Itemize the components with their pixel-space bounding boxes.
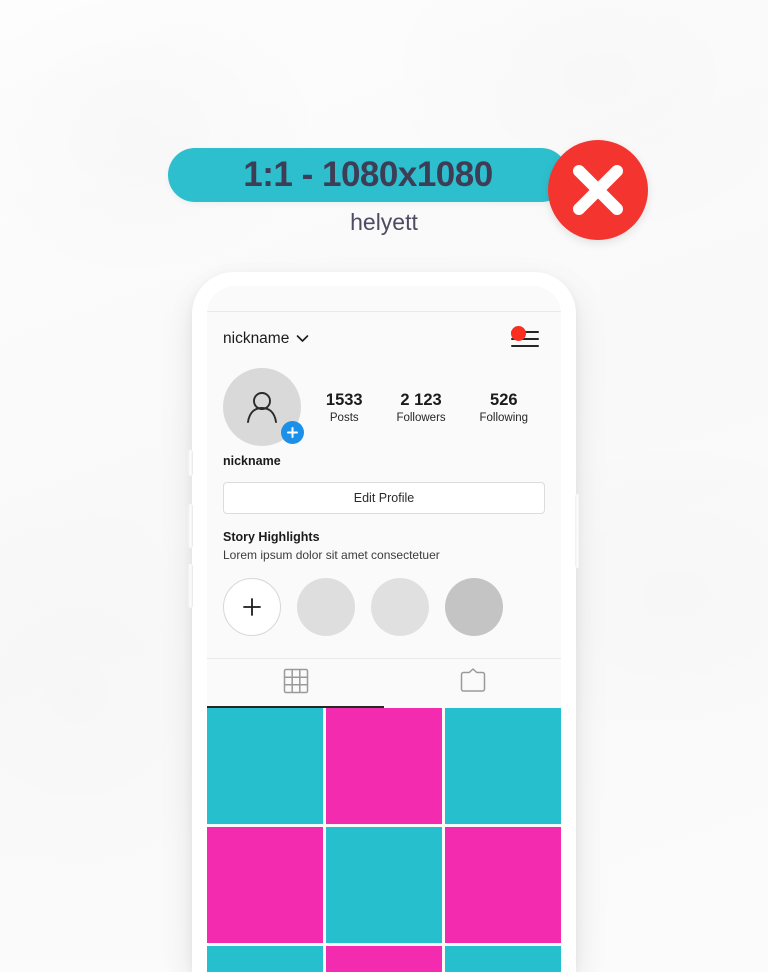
photo-cell[interactable] <box>207 827 323 943</box>
profile-handle: nickname <box>223 454 281 468</box>
tab-grid[interactable] <box>207 659 384 708</box>
tab-tagged[interactable] <box>384 659 561 708</box>
status-bar <box>207 286 561 312</box>
stat-posts[interactable]: 1533 Posts <box>326 390 363 424</box>
photo-cell[interactable] <box>445 708 561 824</box>
photo-cell[interactable] <box>326 708 442 824</box>
profile-tabs <box>207 658 561 708</box>
chevron-down-icon <box>296 330 309 348</box>
stat-label: Following <box>479 411 529 424</box>
photo-cell[interactable] <box>445 827 561 943</box>
stat-following[interactable]: 526 Following <box>480 390 529 424</box>
banner-subtitle: helyett <box>350 209 418 235</box>
phone-mockup: nickname 1533 Posts 2 123 Followers 526 … <box>188 272 580 972</box>
phone-volume-up-button[interactable] <box>188 504 193 548</box>
stat-value: 1533 <box>325 391 363 410</box>
profile-topbar: nickname <box>207 312 561 354</box>
photo-cell[interactable] <box>326 827 442 943</box>
highlight-item[interactable] <box>445 578 503 636</box>
story-highlights-list <box>207 562 561 636</box>
phone-mute-switch[interactable] <box>188 450 193 476</box>
profile-summary: 1533 Posts 2 123 Followers 526 Following <box>207 354 561 446</box>
banner-title: 1:1 - 1080x1080 <box>243 155 493 194</box>
add-highlight-button[interactable] <box>223 578 281 636</box>
notification-dot <box>511 326 526 341</box>
add-story-plus-icon[interactable] <box>281 421 304 444</box>
profile-bio: Lorem ipsum dolor sit amet consectetuer <box>223 548 440 562</box>
plus-icon <box>243 598 261 616</box>
highlight-item[interactable] <box>371 578 429 636</box>
profile-stats: 1533 Posts 2 123 Followers 526 Following <box>301 390 545 424</box>
photo-cell[interactable] <box>207 708 323 824</box>
story-highlights-title: Story Highlights <box>223 530 320 544</box>
photo-cell[interactable] <box>445 946 561 972</box>
highlight-item[interactable] <box>297 578 355 636</box>
grid-3x3-icon <box>283 668 309 699</box>
photo-cell[interactable] <box>207 946 323 972</box>
aspect-ratio-banner: 1:1 - 1080x1080 helyett <box>0 140 768 250</box>
stat-followers[interactable]: 2 123 Followers <box>396 390 445 424</box>
edit-profile-button[interactable]: Edit Profile <box>223 482 545 514</box>
phone-power-button[interactable] <box>575 494 580 568</box>
stat-value: 526 <box>490 391 518 410</box>
stat-label: Posts <box>329 411 359 424</box>
photo-cell[interactable] <box>326 946 442 972</box>
hamburger-menu-icon[interactable] <box>511 326 545 350</box>
account-name-label: nickname <box>223 330 290 347</box>
stat-value: 2 123 <box>400 391 442 410</box>
photo-grid <box>207 708 561 972</box>
avatar[interactable] <box>223 368 304 446</box>
account-switcher[interactable]: nickname <box>223 330 309 348</box>
stat-label: Followers <box>396 411 446 424</box>
phone-screen: nickname 1533 Posts 2 123 Followers 526 … <box>207 286 561 972</box>
tagged-photos-icon <box>459 668 487 699</box>
phone-volume-down-button[interactable] <box>188 564 193 608</box>
